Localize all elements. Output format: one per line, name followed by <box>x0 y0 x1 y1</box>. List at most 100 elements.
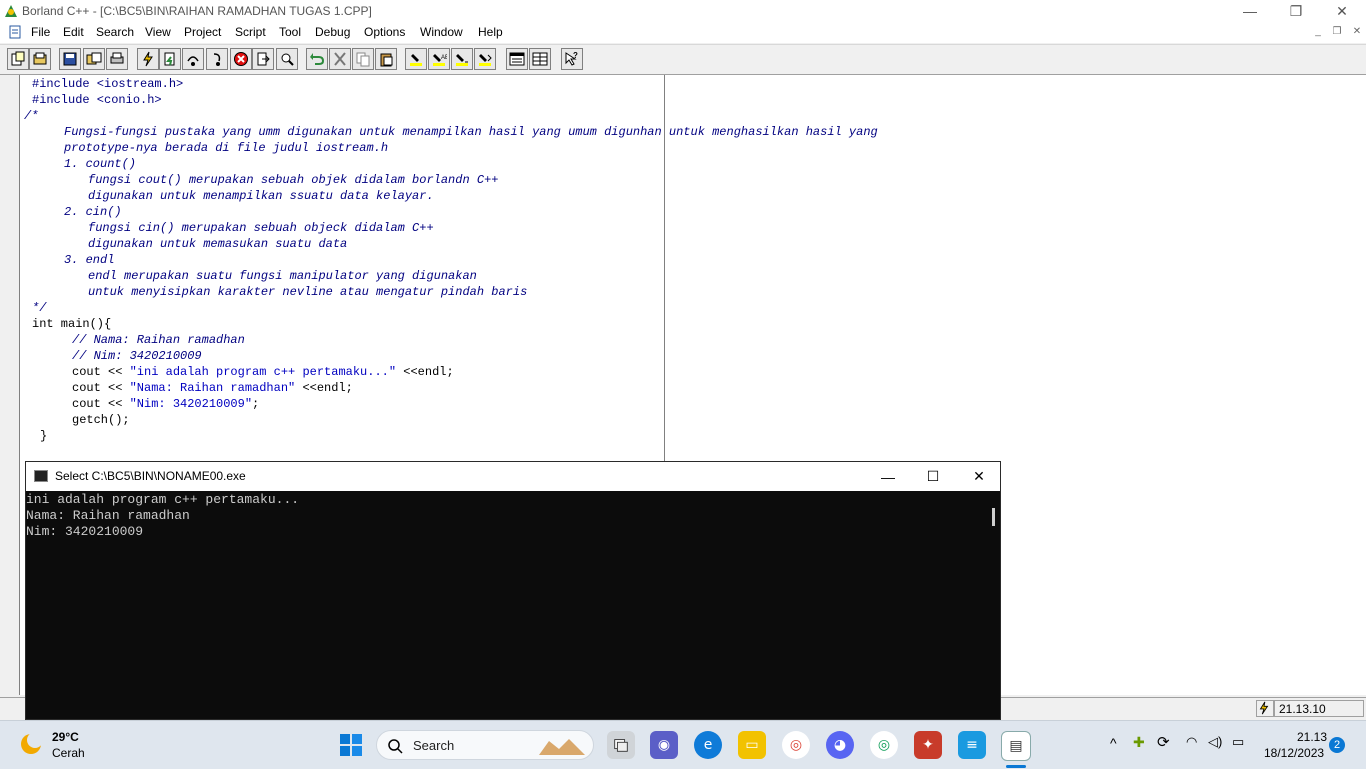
console-minimize-button[interactable]: — <box>865 462 911 491</box>
run-to-icon <box>257 52 270 66</box>
status-lightning-cell <box>1256 700 1274 717</box>
menu-tool[interactable]: Tool <box>279 25 301 39</box>
menu-project[interactable]: Project <box>184 25 221 39</box>
discord-icon[interactable]: ◕ <box>826 731 854 759</box>
close-button[interactable]: ✕ <box>1319 0 1365 22</box>
copy-button[interactable] <box>352 48 374 70</box>
cut-button[interactable] <box>329 48 351 70</box>
menu-edit[interactable]: Edit <box>63 25 84 39</box>
stop-button[interactable] <box>230 48 252 70</box>
print-button[interactable] <box>106 48 128 70</box>
teams-chat-icon[interactable]: ◉ <box>650 731 678 759</box>
chrome-profile-icon[interactable]: ◎ <box>870 731 898 759</box>
help-arrow-icon: ? <box>565 51 578 66</box>
run-to-button[interactable] <box>252 48 274 70</box>
paste-button[interactable] <box>375 48 397 70</box>
code-line: // Nim: 3420210009 <box>72 349 202 363</box>
code-line: endl merupakan suatu fungsi manipulator … <box>88 269 477 283</box>
minimize-button[interactable]: — <box>1227 0 1273 22</box>
step-over-button[interactable] <box>182 48 204 70</box>
replace-icon: AB <box>433 54 447 66</box>
print-icon <box>110 52 124 64</box>
notepad-icon[interactable]: ≡ <box>958 731 986 759</box>
tray-app-icon[interactable]: ✚ <box>1133 734 1145 751</box>
code-line: 3. endl <box>64 253 115 267</box>
search-again-button[interactable] <box>451 48 473 70</box>
code-line: untuk menyisipkan karakter nevline atau … <box>88 285 528 299</box>
project-window-icon <box>532 52 548 66</box>
taskbar-search-box[interactable]: Search <box>376 730 594 760</box>
trace-into-button[interactable] <box>206 48 228 70</box>
replace-button[interactable]: AB <box>428 48 450 70</box>
open-file-button[interactable] <box>29 48 51 70</box>
find-button[interactable] <box>405 48 427 70</box>
borland-app-icon <box>5 5 17 17</box>
menu-file[interactable]: File <box>31 25 50 39</box>
notification-badge[interactable]: 2 <box>1329 737 1345 753</box>
menu-view[interactable]: View <box>145 25 171 39</box>
show-hidden-icons-icon[interactable]: ^ <box>1110 735 1117 751</box>
console-scrollbar-thumb[interactable] <box>992 508 995 526</box>
browse-button[interactable] <box>474 48 496 70</box>
battery-icon[interactable]: ▭ <box>1232 734 1244 750</box>
make-button[interactable] <box>137 48 159 70</box>
highlighter-icon <box>410 54 422 66</box>
view-messages-button[interactable] <box>506 48 528 70</box>
maximize-button[interactable]: ❐ <box>1273 0 1319 22</box>
menu-help[interactable]: Help <box>478 25 503 39</box>
weather-temp[interactable]: 29°C <box>52 730 79 744</box>
menu-script[interactable]: Script <box>235 25 266 39</box>
inspect-icon <box>281 53 294 66</box>
wifi-icon[interactable]: ◠ <box>1186 734 1197 750</box>
save-all-button[interactable] <box>83 48 105 70</box>
inspect-button[interactable] <box>276 48 298 70</box>
clock-date[interactable]: 18/12/2023 <box>1264 746 1324 760</box>
console-output-line: Nim: 3420210009 <box>26 524 144 539</box>
chrome-icon[interactable]: ◎ <box>782 731 810 759</box>
mdi-minimize-button[interactable]: _ <box>1311 26 1325 38</box>
cut-icon <box>334 52 346 66</box>
undo-button[interactable] <box>306 48 328 70</box>
status-time: 21.13.10 <box>1274 700 1364 717</box>
game-app-icon[interactable]: ✦ <box>914 731 942 759</box>
new-file-button[interactable] <box>7 48 29 70</box>
console-maximize-button[interactable]: ☐ <box>910 462 956 491</box>
compile-button[interactable] <box>159 48 181 70</box>
window-title: Borland C++ - [C:\BC5\BIN\RAIHAN RAMADHA… <box>22 4 372 18</box>
mdi-restore-button[interactable]: ❐ <box>1330 26 1344 38</box>
menu-bar: File Edit Search View Project Script Too… <box>0 22 1366 43</box>
console-window[interactable]: Select C:\BC5\BIN\NONAME00.exe — ☐ ✕ ini… <box>25 461 1001 720</box>
console-app-icon <box>34 470 48 482</box>
code-line: int main(){ <box>32 317 112 331</box>
clock-time[interactable]: 21.13 <box>1297 730 1327 744</box>
volume-icon[interactable]: ◁) <box>1208 734 1222 750</box>
mdi-close-button[interactable]: ✕ <box>1350 26 1364 38</box>
task-view-icon[interactable] <box>607 731 635 759</box>
code-line: /* <box>24 109 39 123</box>
view-project-button[interactable] <box>529 48 551 70</box>
code-line: #include <conio.h> <box>32 93 162 107</box>
new-file-icon <box>11 51 25 66</box>
console-title: Select C:\BC5\BIN\NONAME00.exe <box>55 469 246 483</box>
svg-text:AB: AB <box>441 55 447 61</box>
code-line: digunakan untuk menampilkan ssuatu data … <box>88 189 434 203</box>
toolbar: AB ? <box>0 44 1366 75</box>
console-close-button[interactable]: ✕ <box>956 462 1002 491</box>
code-line-cout-2: cout << "Nama: Raihan ramadhan" <<endl; <box>72 381 353 395</box>
menu-window[interactable]: Window <box>420 25 463 39</box>
windows-start-icon[interactable] <box>339 733 363 757</box>
code-line: fungsi cout() merupakan sebuah objek did… <box>88 173 499 187</box>
borland-taskbar-icon[interactable]: ▤ <box>1001 731 1031 761</box>
save-all-icon <box>86 52 102 65</box>
weather-desc[interactable]: Cerah <box>52 746 85 760</box>
code-line: #include <iostream.h> <box>32 77 184 91</box>
lightning-icon <box>143 51 153 67</box>
menu-search[interactable]: Search <box>96 25 134 39</box>
save-button[interactable] <box>59 48 81 70</box>
edge-browser-icon[interactable]: e <box>694 731 722 759</box>
help-button[interactable]: ? <box>561 48 583 70</box>
menu-options[interactable]: Options <box>364 25 405 39</box>
file-explorer-icon[interactable]: ▭ <box>738 731 766 759</box>
menu-debug[interactable]: Debug <box>315 25 350 39</box>
sync-icon[interactable]: ⟳ <box>1157 733 1170 751</box>
